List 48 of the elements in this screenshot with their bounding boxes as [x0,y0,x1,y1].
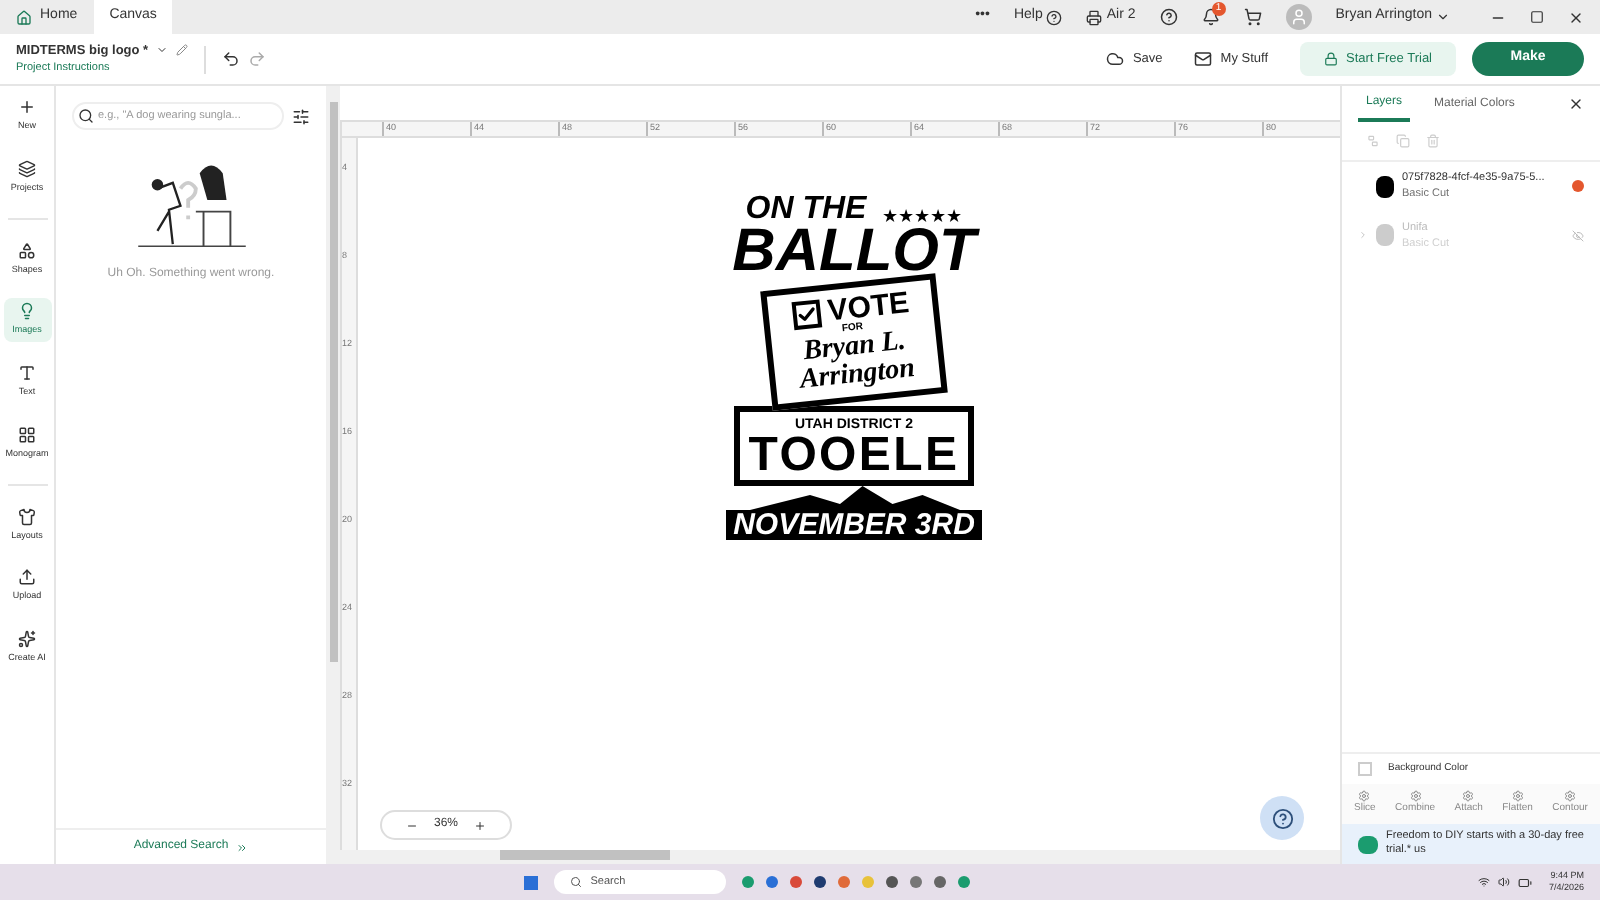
edit-icon[interactable] [176,44,189,57]
action-icon [1462,790,1475,803]
cloud-icon [1106,50,1125,68]
wifi-icon[interactable] [1478,876,1491,888]
undo-icon[interactable] [222,50,241,68]
background-color-checkbox[interactable] [1358,762,1372,776]
panel-scrollbar[interactable] [326,86,340,864]
layer-thumbnail [1376,224,1394,247]
action-icon [1564,790,1577,803]
lock-icon [1324,52,1339,66]
chevron-down-icon[interactable] [1436,10,1450,24]
plus-icon [18,98,36,116]
checkmark-icon [794,302,817,325]
help-icon [1271,807,1293,829]
grid-icon [18,425,36,444]
promo-logo-icon [1358,835,1378,853]
zoom-in-icon[interactable] [474,819,487,831]
layer-thumbnail [1376,175,1394,198]
help-button[interactable] [1260,796,1304,840]
search-icon [78,108,94,124]
filter-icon[interactable] [292,107,310,125]
machine-icon[interactable] [1086,9,1103,25]
mail-icon [1194,50,1213,68]
action-icon [1358,790,1371,803]
redo-icon[interactable] [248,50,267,68]
volume-icon[interactable] [1498,876,1511,888]
shirt-icon [18,507,36,525]
horizontal-scrollbar[interactable] [340,850,1340,864]
close-icon[interactable] [1568,9,1584,25]
zoom-out-icon[interactable] [406,819,418,831]
action-icon [1409,790,1422,803]
search-icon [570,876,583,888]
upload-icon [18,568,36,587]
start-icon[interactable] [524,875,539,889]
battery-icon[interactable] [1518,875,1533,889]
notification-icon[interactable] [1201,8,1220,26]
cart-icon[interactable] [1243,8,1262,26]
shapes-icon [18,241,36,259]
home-icon [16,9,32,25]
lightbulb-icon [18,302,36,321]
help-icon[interactable] [1046,9,1063,25]
close-icon[interactable] [1568,96,1584,112]
action-icon [1511,790,1524,803]
support-icon[interactable] [1159,8,1178,26]
layers-icon [18,159,36,178]
sparkles-icon [18,630,36,648]
text-icon [18,364,36,382]
maximize-icon[interactable] [1530,10,1544,24]
